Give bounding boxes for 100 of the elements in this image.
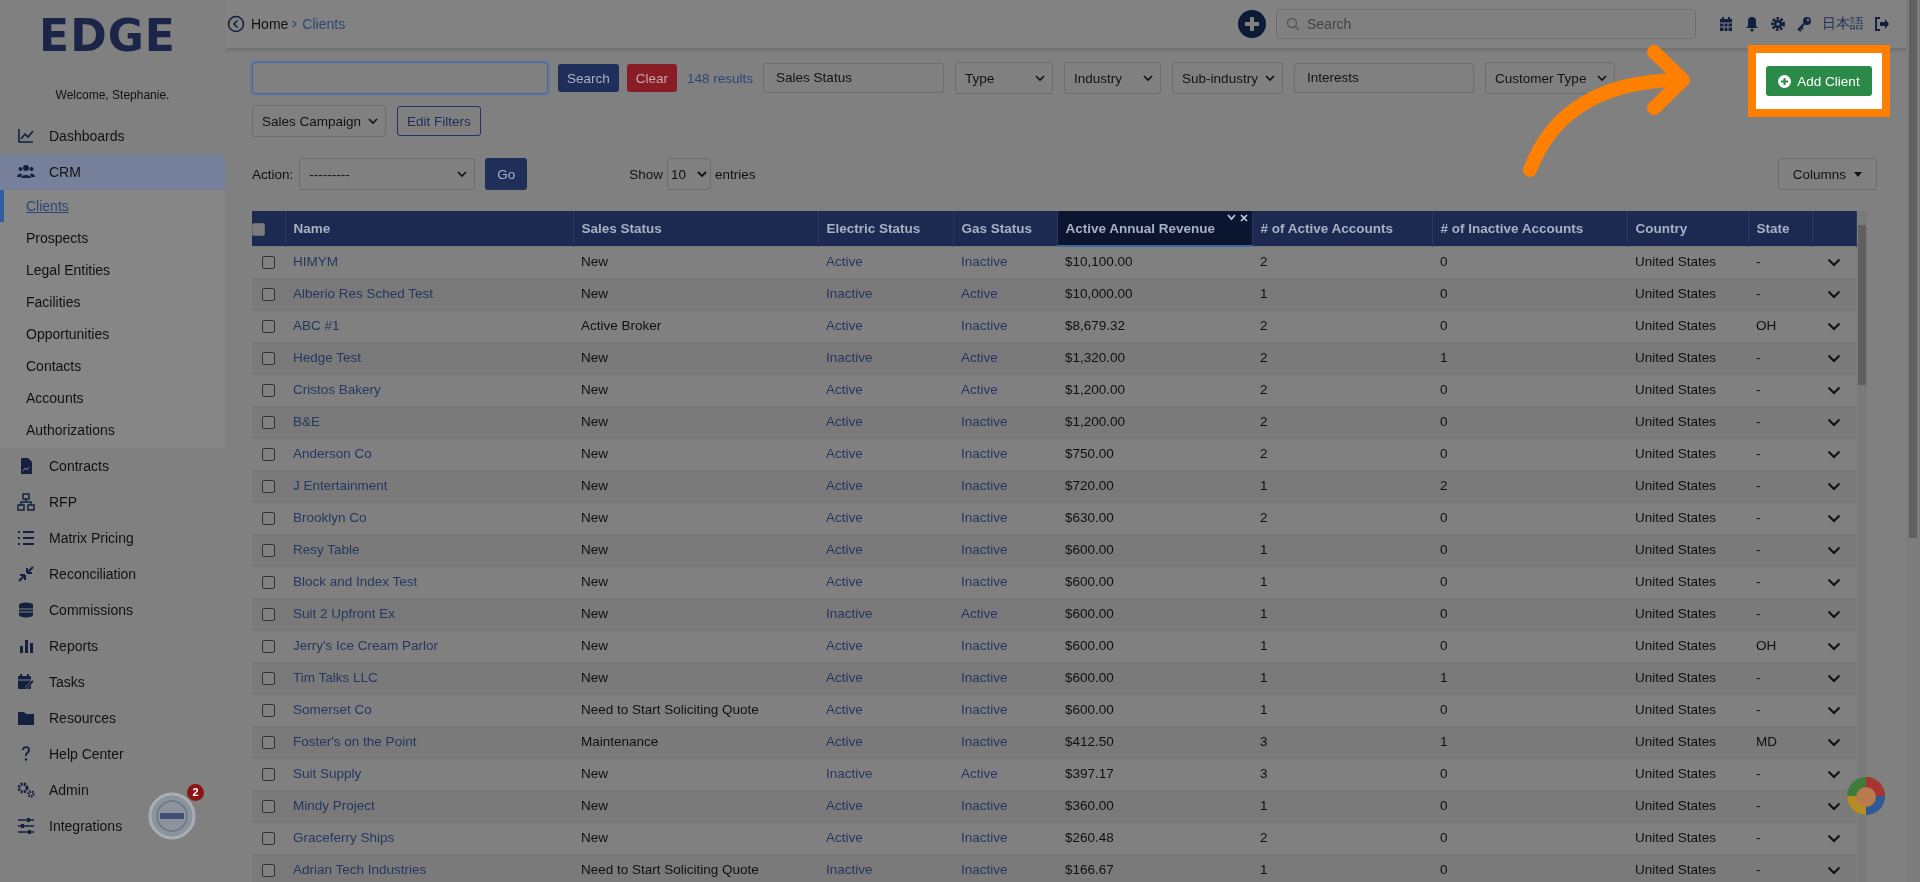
row-checkbox[interactable]: [262, 383, 275, 397]
filter-dropdown[interactable]: Sub-industry: [1172, 62, 1284, 94]
nav-item[interactable]: Integrations: [0, 808, 133, 844]
client-name-link[interactable]: Anderson Co: [293, 446, 372, 461]
nav-subitem[interactable]: Prospects: [0, 222, 89, 254]
row-checkbox[interactable]: [262, 607, 275, 621]
filter-field[interactable]: Interests: [1294, 63, 1475, 93]
row-checkbox[interactable]: [262, 831, 275, 845]
action-dropdown[interactable]: ---------: [299, 158, 476, 190]
filter-dropdown[interactable]: Customer Type: [1485, 62, 1616, 94]
chevron-down-icon[interactable]: [1827, 257, 1841, 267]
nav-item[interactable]: Help Center: [0, 736, 134, 772]
edit-filters-button[interactable]: Edit Filters: [397, 106, 481, 136]
add-icon[interactable]: [1238, 10, 1266, 38]
row-checkbox[interactable]: [262, 767, 275, 781]
columns-button[interactable]: Columns: [1777, 158, 1877, 190]
assistant-avatar[interactable]: [1846, 776, 1886, 816]
row-checkbox[interactable]: [262, 799, 275, 813]
row-checkbox[interactable]: [262, 351, 275, 365]
back-icon[interactable]: [227, 15, 245, 33]
client-name-link[interactable]: Mindy Project: [293, 798, 375, 813]
nav-item[interactable]: Reconciliation: [0, 556, 147, 592]
client-name-link[interactable]: Graceferry Ships: [293, 830, 395, 845]
client-name-link[interactable]: Somerset Co: [293, 702, 372, 717]
column-header[interactable]: Sales Status: [573, 211, 818, 246]
row-checkbox[interactable]: [262, 255, 275, 269]
nav-subitem[interactable]: Authorizations: [0, 414, 115, 446]
column-header[interactable]: # of Inactive Accounts: [1432, 211, 1627, 246]
nav-item[interactable]: CRM: [0, 154, 225, 190]
client-name-link[interactable]: Suit 2 Upfront Ex: [293, 606, 396, 621]
welcome-widget[interactable]: 2: [148, 784, 204, 840]
clear-button[interactable]: Clear: [626, 64, 678, 92]
row-checkbox[interactable]: [262, 287, 275, 301]
row-checkbox[interactable]: [262, 575, 275, 589]
nav-item[interactable]: Matrix Pricing: [0, 520, 144, 556]
chevron-down-icon[interactable]: [1827, 513, 1841, 523]
bell-icon[interactable]: [1744, 16, 1760, 32]
row-checkbox[interactable]: [262, 864, 275, 878]
client-name-link[interactable]: ABC #1: [293, 318, 340, 333]
entries-dropdown[interactable]: 10: [667, 158, 712, 190]
client-name-link[interactable]: J Entertainment: [293, 478, 388, 493]
row-checkbox[interactable]: [262, 703, 275, 717]
nav-item[interactable]: Tasks: [0, 664, 95, 700]
row-checkbox[interactable]: [262, 479, 275, 493]
column-header[interactable]: # of Active Accounts: [1252, 211, 1432, 246]
client-name-link[interactable]: Block and Index Test: [293, 574, 418, 589]
filter-dropdown[interactable]: Type: [955, 62, 1054, 94]
search-button[interactable]: Search: [558, 64, 619, 92]
filter-dropdown[interactable]: Industry: [1064, 62, 1162, 94]
key-icon[interactable]: [1796, 16, 1812, 32]
nav-subitem[interactable]: Accounts: [0, 382, 84, 414]
client-name-link[interactable]: HIMYM: [293, 254, 338, 269]
chevron-down-icon[interactable]: [1827, 833, 1841, 843]
column-header[interactable]: Active Annual Revenue: [1057, 211, 1252, 246]
chevron-down-icon[interactable]: [1827, 385, 1841, 395]
row-checkbox[interactable]: [262, 671, 275, 685]
nav-item[interactable]: Contracts: [0, 448, 119, 484]
chevron-down-icon[interactable]: [1827, 577, 1841, 587]
row-checkbox[interactable]: [262, 543, 275, 557]
chevron-down-icon[interactable]: [1827, 449, 1841, 459]
filter-dropdown[interactable]: Sales Campaign: [252, 105, 386, 137]
column-header[interactable]: State: [1748, 211, 1812, 246]
client-name-link[interactable]: Suit Supply: [293, 766, 362, 781]
search-field[interactable]: [252, 62, 548, 94]
row-checkbox[interactable]: [262, 447, 275, 461]
nav-subitem[interactable]: Facilities: [0, 286, 81, 318]
nav-subitem[interactable]: Clients: [0, 190, 69, 222]
client-name-link[interactable]: Tim Talks LLC: [293, 670, 378, 685]
row-checkbox[interactable]: [262, 511, 275, 525]
client-name-link[interactable]: Resy Table: [293, 542, 360, 557]
column-header[interactable]: Electric Status: [818, 211, 953, 246]
row-checkbox[interactable]: [262, 319, 275, 333]
client-name-link[interactable]: Cristos Bakery: [293, 382, 381, 397]
select-all-checkbox[interactable]: [252, 222, 265, 236]
nav-item[interactable]: Reports: [0, 628, 109, 664]
nav-subitem[interactable]: Opportunities: [0, 318, 110, 350]
breadcrumb-link[interactable]: Clients: [302, 16, 346, 32]
row-checkbox[interactable]: [262, 639, 275, 653]
settings-icon[interactable]: [1770, 16, 1786, 32]
nav-item[interactable]: RFP: [0, 484, 87, 520]
client-name-link[interactable]: Jerry's Ice Cream Parlor: [293, 638, 439, 653]
nav-subitem[interactable]: Legal Entities: [0, 254, 111, 286]
nav-item[interactable]: Resources: [0, 700, 126, 736]
nav-item[interactable]: Admin: [0, 772, 99, 808]
close-icon[interactable]: [1239, 214, 1248, 222]
chevron-down-icon[interactable]: [1827, 769, 1841, 779]
nav-item[interactable]: Commissions: [0, 592, 143, 628]
search-field[interactable]: Search: [1276, 9, 1696, 39]
logout-icon[interactable]: [1874, 16, 1890, 32]
go-button[interactable]: Go: [485, 158, 528, 190]
chevron-down-icon[interactable]: [1827, 641, 1841, 651]
scrollbar[interactable]: [1856, 211, 1867, 882]
column-header[interactable]: Name: [285, 211, 573, 246]
language-link[interactable]: 日本語: [1822, 15, 1864, 33]
column-header[interactable]: Country: [1627, 211, 1748, 246]
filter-field[interactable]: Sales Status: [763, 63, 945, 93]
client-name-link[interactable]: Brooklyn Co: [293, 510, 367, 525]
row-checkbox[interactable]: [262, 415, 275, 429]
client-name-link[interactable]: Hedge Test: [293, 350, 362, 365]
add-client-button[interactable]: Add Client: [1766, 66, 1872, 96]
